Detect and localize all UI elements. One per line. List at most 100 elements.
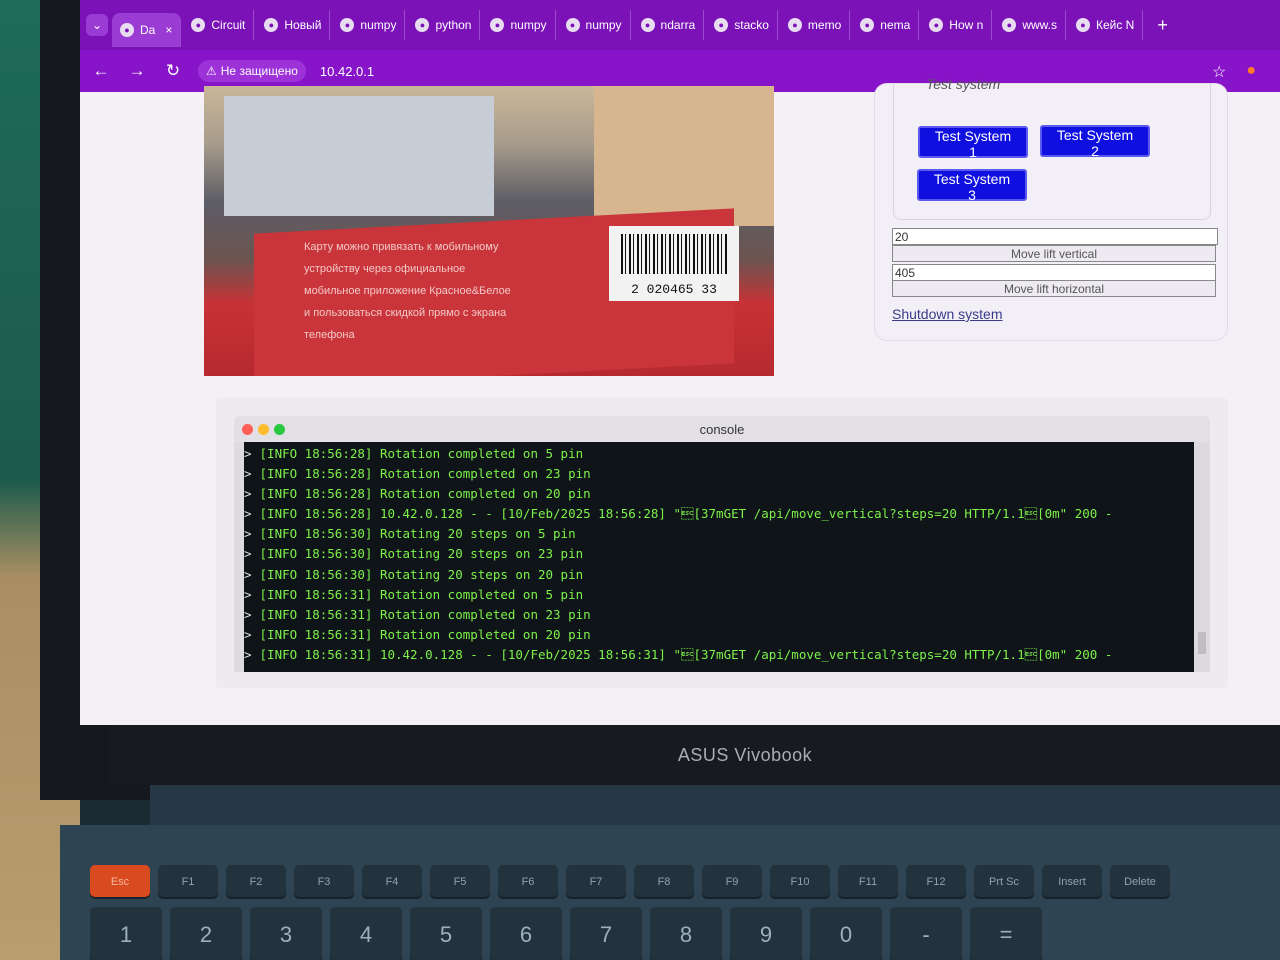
console-prompt: > <box>244 626 252 642</box>
browser-tab[interactable]: ● ndarra <box>633 10 705 40</box>
tab-search-button[interactable]: ⌄ <box>86 14 108 36</box>
forward-button[interactable]: → <box>126 61 148 81</box>
vertical-steps-input[interactable] <box>892 228 1218 245</box>
browser-tab[interactable]: ● nema <box>852 10 920 40</box>
console-log-text: [INFO 18:56:30] Rotating 20 steps on 20 … <box>259 566 584 582</box>
keyboard-key[interactable]: Delete <box>1110 865 1170 899</box>
keyboard-key[interactable]: 3 <box>250 907 322 960</box>
keyboard-key[interactable]: 2 <box>170 907 242 960</box>
python-icon: ● <box>787 18 802 32</box>
keyboard-key[interactable]: 0 <box>810 907 882 960</box>
extension-flame-icon[interactable]: ● <box>1246 62 1256 82</box>
tab-label: Da <box>140 23 156 37</box>
minimize-dot-icon[interactable] <box>258 424 269 435</box>
tab-label: www.s <box>1022 18 1057 32</box>
keyboard-key[interactable]: - <box>890 907 962 960</box>
browser-tab[interactable]: ● How n <box>921 10 993 40</box>
keyboard-key[interactable]: F4 <box>362 865 422 899</box>
keyboard-key[interactable]: F8 <box>634 865 694 899</box>
keyboard-key[interactable]: F6 <box>498 865 558 899</box>
test-system-1-button[interactable]: Test System 1 <box>918 126 1028 160</box>
console-log-line: > [INFO 18:56:30] Rotating 20 steps on 23… <box>244 544 1194 564</box>
console-log-text: [INFO 18:56:31] Rotation completed on 5 … <box>259 586 584 602</box>
close-tab-icon[interactable]: × <box>165 23 172 37</box>
console-prompt: > <box>244 446 252 461</box>
camera-window-area <box>224 96 494 216</box>
move-lift-vertical-button[interactable]: Move lift vertical <box>892 245 1216 262</box>
browser-tab[interactable]: ● numpy <box>482 10 556 40</box>
keyboard-key[interactable]: 9 <box>730 907 802 960</box>
console-log-text: [INFO 18:56:31] Rotation completed on 23… <box>259 606 591 622</box>
tab-label: python <box>435 18 472 32</box>
test-system-2-button[interactable]: Test System 2 <box>1040 125 1150 159</box>
console-log-text: [INFO 18:56:31] Rotation completed on 20… <box>259 626 591 642</box>
console-output[interactable]: > [INFO 18:56:28] Rotation completed on 5… <box>244 442 1194 672</box>
laptop-hinge <box>150 785 1280 825</box>
close-dot-icon[interactable] <box>242 424 253 435</box>
console-prompt: > <box>244 566 252 582</box>
tab-label: Circuit <box>211 18 246 32</box>
tab-label: ndarra <box>660 18 696 32</box>
tab-label: nema <box>880 18 911 32</box>
reload-button[interactable]: ↻ <box>162 61 184 81</box>
bookmark-star-icon[interactable]: ☆ <box>1212 62 1226 82</box>
keyboard-key[interactable]: Insert <box>1042 865 1102 899</box>
console-scrollbar[interactable] <box>1194 442 1210 672</box>
address-bar[interactable]: 10.42.0.1 <box>320 64 374 79</box>
browser-tab[interactable]: ● Новый <box>256 10 331 40</box>
browser-tab[interactable]: ● python <box>407 10 481 40</box>
browser-tab[interactable]: ● Circuit <box>183 10 255 40</box>
console-scroll-thumb[interactable] <box>1198 632 1206 654</box>
laptop-brand-strip: ASUS Vivobook <box>110 725 1280 785</box>
security-indicator[interactable]: ⚠ Не защищено <box>198 60 306 82</box>
maximize-dot-icon[interactable] <box>274 424 285 435</box>
keyboard-key[interactable]: F2 <box>226 865 286 899</box>
move-lift-horizontal-button[interactable]: Move lift horizontal <box>892 280 1216 297</box>
tab-strip: ⌄ ● Da × ● Circuit ● Новый ● numpy ● python ● numpy ●… <box>80 0 1280 50</box>
keyboard-key[interactable]: 7 <box>570 907 642 960</box>
console-prompt: > <box>244 466 252 482</box>
keyboard-key[interactable]: F1 <box>158 865 218 899</box>
console-log-line: > [INFO 18:56:28] Rotation completed on 5… <box>244 444 1194 464</box>
keyboard-key[interactable]: 4 <box>330 907 402 960</box>
browser-tab[interactable]: ● numpy <box>332 10 406 40</box>
horizontal-steps-input[interactable] <box>892 264 1216 281</box>
browser-tab[interactable]: ● Da × <box>112 13 182 47</box>
test-system-3-button[interactable]: Test System 3 <box>917 169 1027 203</box>
keyboard-key[interactable]: F7 <box>566 865 626 899</box>
keyboard-key[interactable]: = <box>970 907 1042 960</box>
number-key-row: 1 2 3 4 5 6 7 8 9 0- = <box>90 907 1042 960</box>
keyboard-key[interactable]: F10 <box>770 865 830 899</box>
keyboard-key[interactable]: 6 <box>490 907 562 960</box>
camera-feed: Карту можно привязать к мобильному устро… <box>204 86 774 376</box>
back-button[interactable]: ← <box>90 61 112 81</box>
browser-tab[interactable]: ● numpy <box>558 10 631 40</box>
console-log-line: > [INFO 18:56:28] Rotation completed on 2… <box>244 464 1194 484</box>
console-prompt: > <box>244 606 252 622</box>
shutdown-system-link[interactable]: Shutdown system <box>892 306 1003 322</box>
google-icon: ● <box>340 18 355 32</box>
stackoverflow-icon: ● <box>714 18 729 32</box>
browser-tab[interactable]: ● Кейс N <box>1068 10 1144 40</box>
page-content: Карту можно привязать к мобильному устро… <box>80 76 1280 725</box>
new-tab-button[interactable]: + <box>1147 15 1178 36</box>
keyboard-key[interactable]: Prt Sc <box>974 865 1034 899</box>
keyboard-key[interactable]: F3 <box>294 865 354 899</box>
console-log-line: > [INFO 18:56:31] Rotation completed on 2… <box>244 625 1194 645</box>
keyboard-key[interactable]: Esc <box>90 865 150 899</box>
browser-tab[interactable]: ● stacko <box>706 10 778 40</box>
camera-shelf <box>594 86 774 226</box>
keyboard-key[interactable]: F5 <box>430 865 490 899</box>
keyboard-key[interactable]: F12 <box>906 865 966 899</box>
google-icon: ● <box>640 18 655 32</box>
console-log-text: [INFO 18:56:30] Rotating 20 steps on 23 … <box>259 546 584 562</box>
console-log-line: > [INFO 18:56:28] 10.42.0.128 - - [10/Feb… <box>244 504 1194 524</box>
browser-tab[interactable]: ● www.s <box>994 10 1066 40</box>
keyboard-key[interactable]: 8 <box>650 907 722 960</box>
keyboard-key[interactable]: 1 <box>90 907 162 960</box>
keyboard-key[interactable]: F11 <box>838 865 898 899</box>
keyboard-key[interactable]: 5 <box>410 907 482 960</box>
console-prompt: > <box>244 506 252 522</box>
keyboard-key[interactable]: F9 <box>702 865 762 899</box>
browser-tab[interactable]: ● memo <box>780 10 851 40</box>
